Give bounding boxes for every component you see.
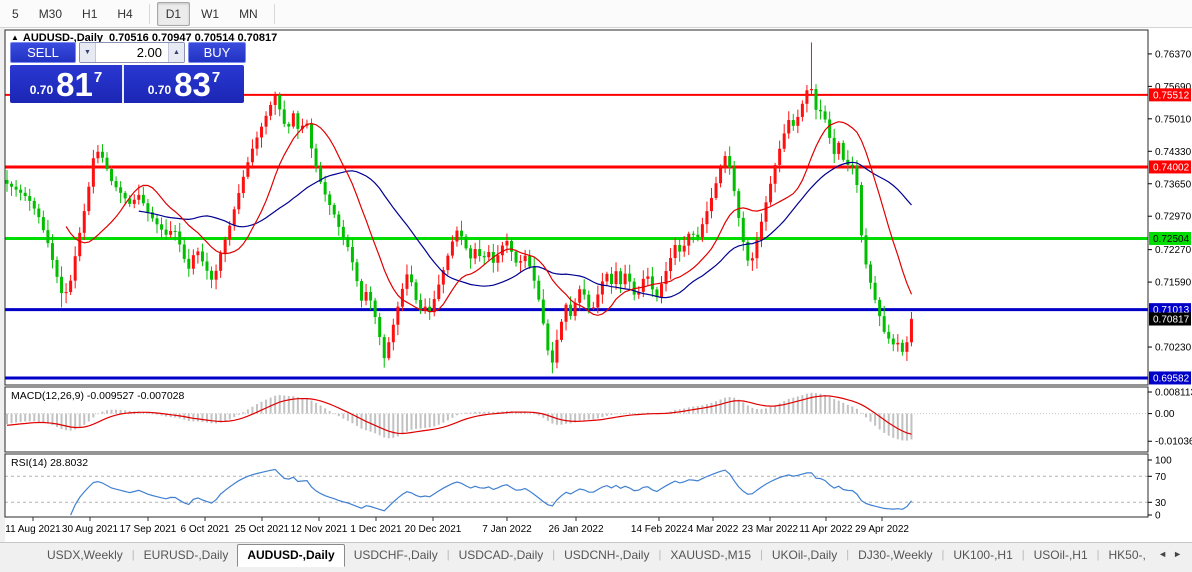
svg-text:17 Sep 2021: 17 Sep 2021	[120, 524, 177, 535]
volume-input[interactable]: 2.00	[96, 43, 168, 62]
volume-increase-icon[interactable]: ▲	[168, 43, 184, 62]
svg-text:7 Jan 2022: 7 Jan 2022	[482, 524, 532, 535]
chart-tab-usdcnh-daily[interactable]: USDCNH-,Daily	[555, 545, 658, 566]
svg-text:14 Feb 2022: 14 Feb 2022	[631, 524, 688, 535]
volume-decrease-icon[interactable]: ▼	[80, 43, 96, 62]
svg-text:26 Jan 2022: 26 Jan 2022	[548, 524, 603, 535]
buy-price-big-digits: 83	[174, 66, 211, 103]
svg-text:0.74330: 0.74330	[1155, 147, 1192, 158]
chart-tab-usdchf-daily[interactable]: USDCHF-,Daily	[345, 545, 447, 566]
tab-scroll-left-icon[interactable]: ◄	[1158, 549, 1167, 559]
svg-text:0.70817: 0.70817	[1153, 315, 1190, 326]
chart-tab-eurusd-daily[interactable]: EURUSD-,Daily	[135, 545, 238, 566]
indicator-axis: 0.008113 0.00 -0.010367 100 70 30 0	[1148, 388, 1192, 522]
tab-scroll-controls: ◄ ►	[1158, 545, 1192, 559]
one-click-trade-panel: SELL ▼ 2.00 ▲ BUY 0.70 81 7 0.70 83 7	[10, 42, 246, 103]
svg-text:25 Oct 2021: 25 Oct 2021	[235, 524, 290, 535]
chart-tab-xauusd-m15[interactable]: XAUUSD-,M15	[661, 545, 760, 566]
symbol-collapse-icon[interactable]: ▲	[11, 33, 19, 42]
sell-price-prefix: 0.70	[29, 83, 54, 97]
svg-text:30: 30	[1155, 498, 1167, 509]
date-axis[interactable]: 11 Aug 2021 30 Aug 2021 17 Sep 2021 6 Oct 2…	[5, 517, 909, 535]
macd-indicator-label: MACD(12,26,9) -0.009527 -0.007028	[11, 390, 185, 402]
chart-tab-usdcad-daily[interactable]: USDCAD-,Daily	[450, 545, 553, 566]
svg-text:4 Mar 2022: 4 Mar 2022	[688, 524, 739, 535]
chart-tab-ukoil-daily[interactable]: UKOil-,Daily	[763, 545, 846, 566]
svg-text:0: 0	[1155, 511, 1161, 522]
rsi-indicator-label: RSI(14) 28.8032	[11, 457, 89, 469]
chart-tab-audusd-daily[interactable]: AUDUSD-,Daily	[237, 544, 345, 567]
svg-text:0.70230: 0.70230	[1155, 343, 1192, 354]
svg-text:0.72970: 0.72970	[1155, 212, 1192, 223]
svg-text:1 Dec 2021: 1 Dec 2021	[350, 524, 402, 535]
svg-text:100: 100	[1155, 456, 1172, 467]
svg-text:23 Mar 2022: 23 Mar 2022	[742, 524, 799, 535]
svg-text:6 Oct 2021: 6 Oct 2021	[181, 524, 230, 535]
svg-text:30 Aug 2021: 30 Aug 2021	[62, 524, 119, 535]
svg-text:0.72270: 0.72270	[1155, 245, 1192, 256]
svg-text:0.008113: 0.008113	[1155, 388, 1192, 399]
svg-text:0.74002: 0.74002	[1153, 162, 1190, 173]
svg-text:0.75512: 0.75512	[1153, 90, 1190, 101]
svg-text:0.76370: 0.76370	[1155, 49, 1192, 60]
svg-text:0.73650: 0.73650	[1155, 179, 1192, 190]
buy-price-button[interactable]: 0.70 83 7	[124, 65, 244, 103]
horizontal-level-lines	[5, 93, 1148, 380]
chart-tab-hk50[interactable]: HK50-,	[1100, 545, 1155, 566]
svg-text:11 Aug 2021: 11 Aug 2021	[5, 524, 61, 535]
volume-stepper: ▼ 2.00 ▲	[79, 42, 185, 63]
svg-text:0.72504: 0.72504	[1153, 234, 1190, 245]
panel-frames	[4, 29, 1149, 518]
svg-text:0.00: 0.00	[1155, 409, 1175, 420]
tab-scroll-right-icon[interactable]: ►	[1173, 549, 1182, 559]
sell-price-pip-digit: 7	[93, 69, 103, 86]
buy-price-pip-digit: 7	[211, 69, 221, 86]
svg-text:12 Nov 2021: 12 Nov 2021	[291, 524, 348, 535]
svg-text:0.75010: 0.75010	[1155, 114, 1192, 125]
sell-price-big-digits: 81	[56, 66, 93, 103]
svg-text:29 Apr 2022: 29 Apr 2022	[855, 524, 909, 535]
svg-text:0.71590: 0.71590	[1155, 278, 1192, 289]
chart-tab-dj30-weekly[interactable]: DJ30-,Weekly	[849, 545, 941, 566]
chart-tab-bar: USDX,Weekly | EURUSD-,Daily AUDUSD-,Daily US…	[0, 542, 1192, 572]
chart-tab-usoil-h1[interactable]: USOil-,H1	[1025, 545, 1097, 566]
rsi-layer	[5, 468, 1148, 516]
svg-text:20 Dec 2021: 20 Dec 2021	[405, 524, 462, 535]
buy-button[interactable]: BUY	[188, 42, 246, 63]
chart-tab-uk100-h1[interactable]: UK100-,H1	[944, 545, 1021, 566]
sell-button[interactable]: SELL	[10, 42, 76, 63]
svg-text:11 Apr 2022: 11 Apr 2022	[799, 524, 853, 535]
svg-text:0.69582: 0.69582	[1153, 373, 1190, 384]
chart-tab-usdx-weekly[interactable]: USDX,Weekly	[38, 545, 132, 566]
svg-text:-0.010367: -0.010367	[1155, 437, 1192, 448]
buy-price-prefix: 0.70	[147, 83, 172, 97]
svg-text:70: 70	[1155, 472, 1167, 483]
sell-price-button[interactable]: 0.70 81 7	[10, 65, 124, 103]
price-axis[interactable]: 0.763700.756900.750100.743300.736500.729…	[1148, 49, 1192, 385]
